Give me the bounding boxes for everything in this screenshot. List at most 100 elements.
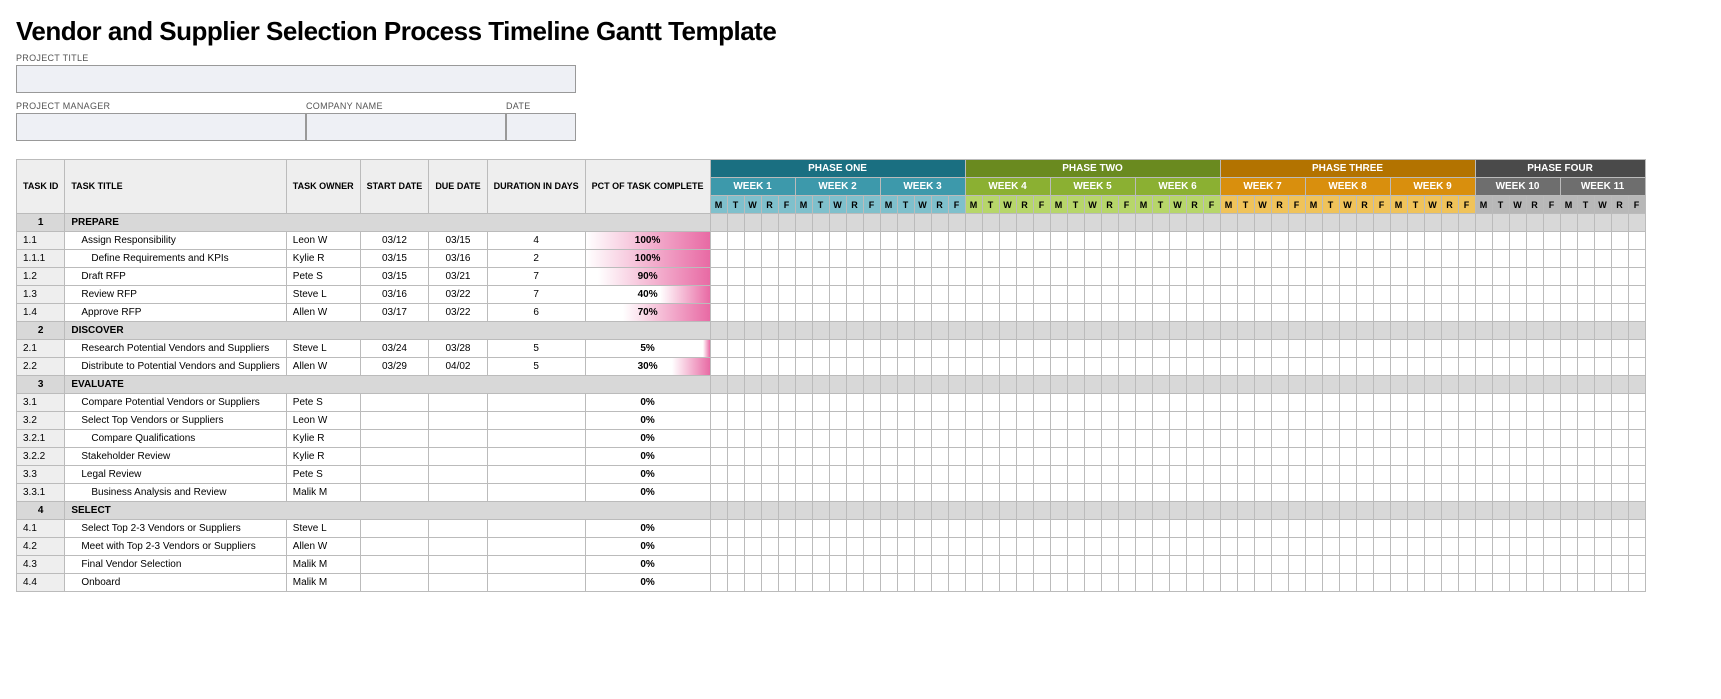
pct-cell[interactable]: 0% [585, 538, 710, 556]
project-manager-input[interactable] [16, 113, 306, 141]
due-cell[interactable]: 04/02 [429, 358, 487, 376]
pct-cell[interactable]: 5% [585, 340, 710, 358]
due-cell[interactable] [429, 466, 487, 484]
pct-cell[interactable]: 100% [585, 250, 710, 268]
task-title-cell[interactable]: Onboard [65, 574, 286, 592]
start-cell[interactable]: 03/15 [360, 268, 429, 286]
due-cell[interactable] [429, 574, 487, 592]
owner-cell[interactable]: Allen W [286, 358, 360, 376]
duration-cell[interactable]: 7 [487, 286, 585, 304]
pct-cell[interactable]: 0% [585, 484, 710, 502]
pct-cell[interactable]: 70% [585, 304, 710, 322]
start-cell[interactable]: 03/29 [360, 358, 429, 376]
owner-cell[interactable]: Kylie R [286, 448, 360, 466]
due-cell[interactable] [429, 430, 487, 448]
pct-cell[interactable]: 0% [585, 466, 710, 484]
owner-cell[interactable]: Steve L [286, 340, 360, 358]
task-title-cell[interactable]: Compare Potential Vendors or Suppliers [65, 394, 286, 412]
start-cell[interactable] [360, 430, 429, 448]
start-cell[interactable] [360, 466, 429, 484]
due-cell[interactable]: 03/22 [429, 286, 487, 304]
task-title-cell[interactable]: Draft RFP [65, 268, 286, 286]
due-cell[interactable]: 03/16 [429, 250, 487, 268]
task-title-cell[interactable]: Business Analysis and Review [65, 484, 286, 502]
start-cell[interactable] [360, 484, 429, 502]
due-cell[interactable] [429, 556, 487, 574]
due-cell[interactable] [429, 394, 487, 412]
start-cell[interactable]: 03/24 [360, 340, 429, 358]
start-cell[interactable]: 03/16 [360, 286, 429, 304]
start-cell[interactable] [360, 394, 429, 412]
due-cell[interactable] [429, 448, 487, 466]
start-cell[interactable]: 03/15 [360, 250, 429, 268]
duration-cell[interactable] [487, 394, 585, 412]
duration-cell[interactable] [487, 430, 585, 448]
task-title-cell[interactable]: Define Requirements and KPIs [65, 250, 286, 268]
duration-cell[interactable] [487, 412, 585, 430]
owner-cell[interactable]: Malik M [286, 484, 360, 502]
duration-cell[interactable] [487, 556, 585, 574]
start-cell[interactable] [360, 538, 429, 556]
due-cell[interactable] [429, 520, 487, 538]
task-title-cell[interactable]: Research Potential Vendors and Suppliers [65, 340, 286, 358]
duration-cell[interactable]: 6 [487, 304, 585, 322]
owner-cell[interactable]: Allen W [286, 304, 360, 322]
pct-cell[interactable]: 0% [585, 430, 710, 448]
task-title-cell[interactable]: Final Vendor Selection [65, 556, 286, 574]
owner-cell[interactable]: Steve L [286, 286, 360, 304]
pct-cell[interactable]: 0% [585, 412, 710, 430]
start-cell[interactable] [360, 412, 429, 430]
duration-cell[interactable]: 4 [487, 232, 585, 250]
start-cell[interactable]: 03/12 [360, 232, 429, 250]
owner-cell[interactable]: Leon W [286, 232, 360, 250]
pct-cell[interactable]: 40% [585, 286, 710, 304]
owner-cell[interactable]: Kylie R [286, 250, 360, 268]
duration-cell[interactable] [487, 520, 585, 538]
task-title-cell[interactable]: Distribute to Potential Vendors and Supp… [65, 358, 286, 376]
start-cell[interactable] [360, 448, 429, 466]
pct-cell[interactable]: 0% [585, 394, 710, 412]
duration-cell[interactable] [487, 484, 585, 502]
pct-cell[interactable]: 90% [585, 268, 710, 286]
owner-cell[interactable]: Kylie R [286, 430, 360, 448]
due-cell[interactable]: 03/21 [429, 268, 487, 286]
start-cell[interactable] [360, 520, 429, 538]
project-title-input[interactable] [16, 65, 576, 93]
owner-cell[interactable]: Pete S [286, 466, 360, 484]
owner-cell[interactable]: Allen W [286, 538, 360, 556]
due-cell[interactable]: 03/22 [429, 304, 487, 322]
start-cell[interactable] [360, 556, 429, 574]
task-title-cell[interactable]: Legal Review [65, 466, 286, 484]
task-title-cell[interactable]: Approve RFP [65, 304, 286, 322]
task-title-cell[interactable]: Compare Qualifications [65, 430, 286, 448]
pct-cell[interactable]: 0% [585, 520, 710, 538]
owner-cell[interactable]: Malik M [286, 574, 360, 592]
due-cell[interactable] [429, 538, 487, 556]
duration-cell[interactable] [487, 466, 585, 484]
due-cell[interactable]: 03/15 [429, 232, 487, 250]
due-cell[interactable] [429, 412, 487, 430]
date-input[interactable] [506, 113, 576, 141]
duration-cell[interactable] [487, 538, 585, 556]
pct-cell[interactable]: 0% [585, 556, 710, 574]
owner-cell[interactable]: Steve L [286, 520, 360, 538]
owner-cell[interactable]: Pete S [286, 394, 360, 412]
duration-cell[interactable] [487, 448, 585, 466]
company-name-input[interactable] [306, 113, 506, 141]
owner-cell[interactable]: Leon W [286, 412, 360, 430]
pct-cell[interactable]: 0% [585, 448, 710, 466]
duration-cell[interactable]: 7 [487, 268, 585, 286]
owner-cell[interactable]: Malik M [286, 556, 360, 574]
task-title-cell[interactable]: Meet with Top 2-3 Vendors or Suppliers [65, 538, 286, 556]
task-title-cell[interactable]: Assign Responsibility [65, 232, 286, 250]
duration-cell[interactable]: 5 [487, 358, 585, 376]
due-cell[interactable]: 03/28 [429, 340, 487, 358]
duration-cell[interactable] [487, 574, 585, 592]
duration-cell[interactable]: 2 [487, 250, 585, 268]
start-cell[interactable]: 03/17 [360, 304, 429, 322]
pct-cell[interactable]: 0% [585, 574, 710, 592]
task-title-cell[interactable]: Select Top Vendors or Suppliers [65, 412, 286, 430]
start-cell[interactable] [360, 574, 429, 592]
due-cell[interactable] [429, 484, 487, 502]
pct-cell[interactable]: 30% [585, 358, 710, 376]
